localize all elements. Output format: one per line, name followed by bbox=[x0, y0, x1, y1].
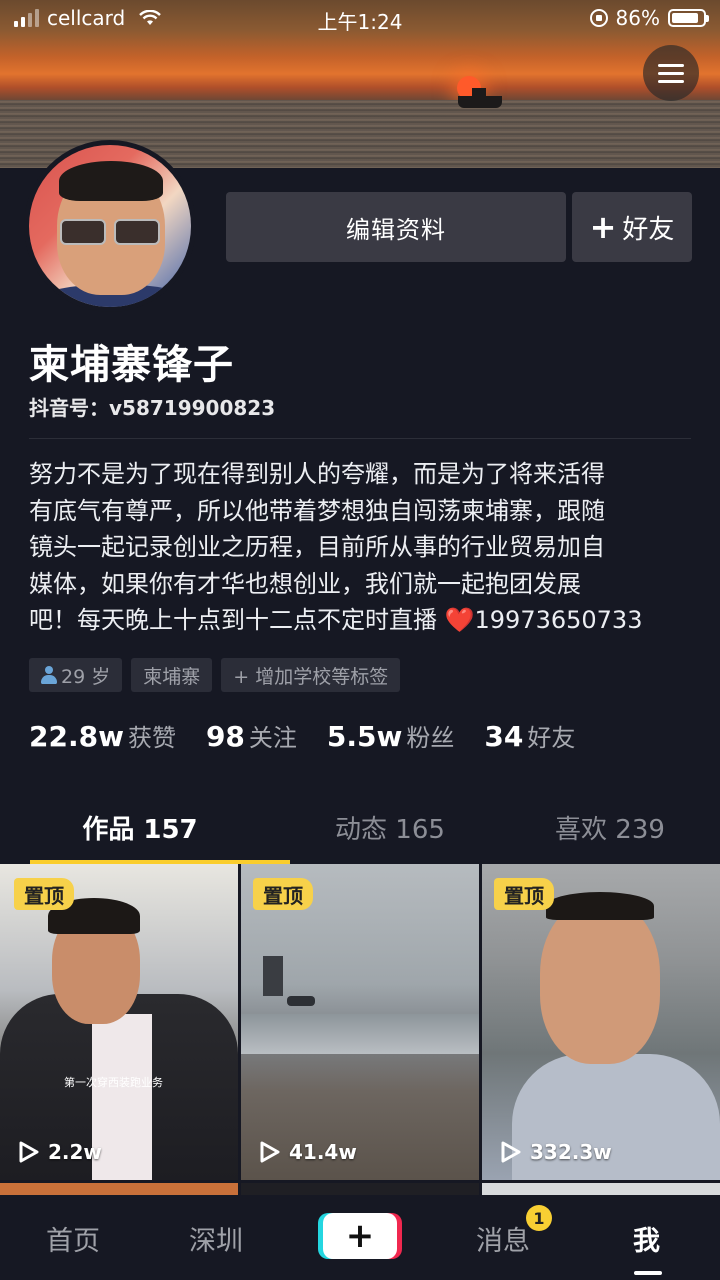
play-count-value: 332.3w bbox=[530, 1140, 612, 1164]
douyin-id[interactable]: 抖音号：v58719900823 bbox=[29, 392, 275, 421]
add-friend-button[interactable]: + 好友 bbox=[572, 192, 692, 262]
avatar-photo bbox=[29, 145, 191, 307]
thumb-boat bbox=[287, 996, 315, 1006]
pin-badge: 置顶 bbox=[253, 878, 313, 910]
avatar[interactable] bbox=[24, 140, 196, 312]
thumb-lifeguard-tower bbox=[263, 956, 283, 996]
username: 柬埔寨锋子 bbox=[29, 342, 234, 388]
age-tag-label: 29 岁 bbox=[61, 665, 111, 688]
play-count-value: 41.4w bbox=[289, 1140, 357, 1164]
menu-icon-bar bbox=[658, 79, 684, 83]
age-tag[interactable]: 29 岁 bbox=[29, 658, 123, 692]
cover-boat bbox=[458, 88, 502, 108]
video-thumbnail-partial[interactable] bbox=[241, 1183, 479, 1195]
tab-works[interactable]: 作品 157 bbox=[0, 790, 290, 864]
video-caption: 第一次穿西装跑业务 bbox=[64, 1076, 163, 1089]
edit-profile-button[interactable]: 编辑资料 bbox=[226, 192, 566, 262]
play-count: 332.3w bbox=[500, 1140, 612, 1164]
divider bbox=[29, 438, 691, 439]
battery-fill bbox=[672, 13, 698, 23]
bio: 努力不是为了现在得到别人的夸耀，而是为了将来活得 有底气有尊严，所以他带着梦想独… bbox=[29, 456, 695, 639]
tab-activity[interactable]: 动态 165 bbox=[280, 790, 500, 864]
battery-icon bbox=[668, 9, 709, 27]
menu-icon-bar bbox=[658, 71, 684, 75]
video-thumbnail[interactable]: 置顶 332.3w bbox=[482, 864, 720, 1180]
play-count-value: 2.2w bbox=[48, 1140, 102, 1164]
battery-percent: 86% bbox=[615, 6, 660, 30]
add-friend-label: 好友 bbox=[622, 214, 675, 245]
content-tabs: 作品 157 动态 165 喜欢 239 bbox=[0, 790, 720, 864]
location-tag[interactable]: 柬埔寨 bbox=[131, 658, 213, 692]
rotation-lock-icon bbox=[589, 9, 608, 27]
add-school-tag[interactable]: + 增加学校等标签 bbox=[221, 658, 401, 692]
play-icon bbox=[501, 1141, 521, 1163]
messages-badge: 1 bbox=[526, 1205, 552, 1231]
tab-likes[interactable]: 喜欢 239 bbox=[500, 790, 720, 864]
play-icon bbox=[260, 1141, 280, 1163]
play-icon bbox=[19, 1141, 39, 1163]
play-count: 2.2w bbox=[18, 1140, 102, 1164]
location-tag-label: 柬埔寨 bbox=[143, 665, 201, 688]
add-school-tag-label: + 增加学校等标签 bbox=[233, 665, 389, 688]
nav-city[interactable]: 深圳 bbox=[189, 1219, 243, 1258]
video-thumbnail[interactable]: 置顶 第一次穿西装跑业务 2.2w bbox=[0, 864, 238, 1180]
stat-value: 5.5w bbox=[326, 720, 403, 753]
stat-label: 粉丝 bbox=[406, 724, 455, 752]
create-button[interactable]: + bbox=[323, 1213, 397, 1259]
bottom-nav: 首页 深圳 + 消息 1 我 bbox=[0, 1195, 720, 1280]
pin-badge: 置顶 bbox=[494, 878, 554, 910]
stat-friends[interactable]: 34 好友 bbox=[484, 718, 575, 753]
nav-home[interactable]: 首页 bbox=[46, 1219, 100, 1258]
status-right: 86% bbox=[589, 6, 709, 30]
thumb-figure-hair bbox=[546, 892, 654, 920]
bio-line: 吧！每天晚上十点到十二点不定时直播 ❤️19973650733 bbox=[29, 606, 643, 634]
bio-line: 有底气有尊严，所以他带着梦想独自闯荡柬埔寨，跟随 bbox=[29, 496, 605, 525]
menu-icon-bar bbox=[658, 63, 684, 67]
status-bar: cellcard 上午1:24 86% bbox=[0, 0, 720, 38]
video-thumbnail[interactable]: 置顶 41.4w bbox=[241, 864, 479, 1180]
video-thumbnail-partial[interactable] bbox=[0, 1183, 238, 1195]
profile-tags: 29 岁 柬埔寨 + 增加学校等标签 bbox=[29, 658, 401, 692]
stat-label: 好友 bbox=[527, 724, 576, 752]
stat-value: 98 bbox=[205, 720, 245, 753]
bio-line: 镜头一起记录创业之历程，目前所从事的行业贸易加自 bbox=[29, 533, 605, 561]
stat-following[interactable]: 98 关注 bbox=[206, 718, 297, 753]
video-thumbnail-partial[interactable] bbox=[482, 1183, 720, 1195]
stat-likes[interactable]: 22.8w 获赞 bbox=[29, 718, 176, 753]
thumb-figure-head bbox=[540, 900, 660, 1064]
active-indicator bbox=[634, 1271, 662, 1275]
stat-value: 34 bbox=[484, 720, 524, 753]
stat-label: 获赞 bbox=[127, 724, 176, 752]
stat-label: 关注 bbox=[248, 724, 297, 752]
avatar-hair bbox=[59, 161, 163, 201]
menu-button[interactable] bbox=[643, 45, 699, 101]
play-count: 41.4w bbox=[259, 1140, 357, 1164]
video-grid: 置顶 第一次穿西装跑业务 2.2w 置顶 41.4w 置顶 332.3w bbox=[0, 864, 720, 1180]
nav-me[interactable]: 我 bbox=[633, 1219, 660, 1258]
stat-value: 22.8w bbox=[29, 720, 124, 753]
pin-badge: 置顶 bbox=[14, 878, 74, 910]
bio-line: 努力不是为了现在得到别人的夸耀，而是为了将来活得 bbox=[29, 460, 605, 488]
video-grid-row-2 bbox=[0, 1183, 720, 1195]
plus-icon: + bbox=[589, 208, 617, 246]
avatar-glasses bbox=[53, 219, 167, 247]
bio-line: 媒体，如果你有才华也想创业，我们就一起抱团发展 bbox=[29, 569, 581, 598]
thumb-waves bbox=[241, 1014, 479, 1054]
stats-row: 22.8w 获赞 98 关注 5.5w 粉丝 34 好友 bbox=[29, 718, 605, 753]
person-icon bbox=[41, 666, 57, 684]
stat-followers[interactable]: 5.5w 粉丝 bbox=[327, 718, 454, 753]
nav-messages[interactable]: 消息 bbox=[476, 1219, 530, 1258]
